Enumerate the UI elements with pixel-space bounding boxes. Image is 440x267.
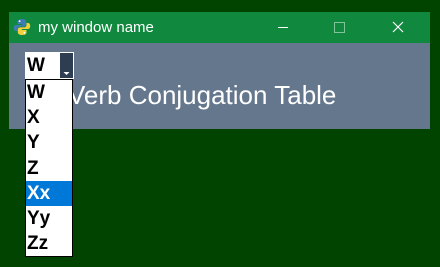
dropdown-option-w[interactable]: W xyxy=(26,80,72,105)
minimize-button[interactable] xyxy=(260,12,306,43)
maximize-button[interactable] xyxy=(316,12,362,43)
dropdown-option-yy[interactable]: Yy xyxy=(26,206,72,231)
dropdown-option-zz[interactable]: Zz xyxy=(26,231,72,256)
close-button[interactable] xyxy=(375,12,421,43)
page-title: Verb Conjugation Table xyxy=(68,80,337,110)
dropdown-option-xx[interactable]: Xx xyxy=(26,180,72,206)
close-icon xyxy=(375,12,421,43)
dropdown-option-y[interactable]: Y xyxy=(26,130,72,155)
dropdown-option-x[interactable]: X xyxy=(26,105,72,130)
combo-dropdown-list: W X Y Z Xx Yy Zz xyxy=(25,79,73,257)
minimize-icon xyxy=(260,12,306,43)
letter-combo-box[interactable]: W xyxy=(25,52,74,79)
combo-selected-value: W xyxy=(27,55,45,76)
maximize-icon xyxy=(316,12,362,43)
python-icon xyxy=(13,18,31,36)
window-title: my window name xyxy=(38,19,154,36)
dropdown-option-z[interactable]: Z xyxy=(26,156,72,181)
chevron-down-icon[interactable] xyxy=(60,53,73,78)
title-bar[interactable]: my window name xyxy=(9,12,430,43)
